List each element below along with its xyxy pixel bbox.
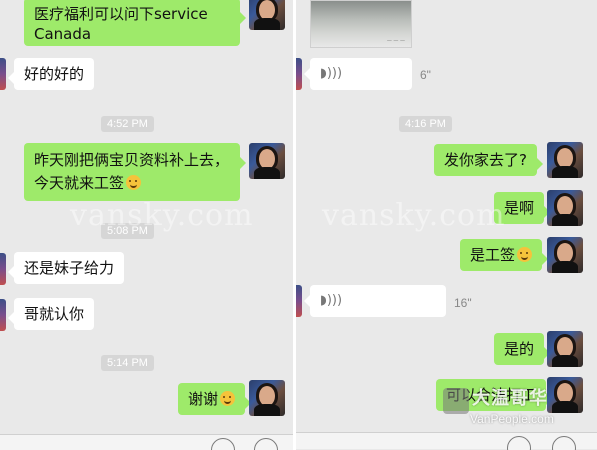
chat-message-outgoing[interactable]: 昨天刚把俩宝贝资料补上去，今天就来工签 [24, 143, 246, 201]
avatar-contact[interactable] [0, 253, 6, 285]
image-message[interactable]: — — — [310, 0, 412, 48]
vanpeople-logo-icon [443, 388, 469, 414]
message-text: 是啊 [504, 199, 535, 217]
message-text: 还是妹子给力 [24, 259, 115, 277]
timestamp: 4:16 PM [399, 116, 452, 132]
timestamp: 4:52 PM [101, 116, 154, 132]
watermark-text: vansky.com [70, 198, 254, 233]
avatar-self[interactable] [249, 380, 285, 416]
chat-message-incoming[interactable]: 哥就认你 [7, 298, 95, 330]
avatar-self[interactable] [547, 331, 583, 367]
avatar-contact[interactable] [0, 299, 6, 331]
photo-caption: — — — [386, 38, 405, 44]
avatar-contact[interactable] [0, 58, 6, 90]
chat-message-incoming[interactable]: 还是妹子给力 [7, 252, 125, 284]
chat-message-incoming[interactable]: 好的好的 [7, 58, 95, 90]
avatar-self[interactable] [249, 143, 285, 179]
chat-message-outgoing[interactable]: 发你家去了? [434, 144, 543, 176]
more-button[interactable] [552, 436, 576, 450]
message-text: 谢谢 [188, 390, 219, 408]
voice-message[interactable]: ◗))) [304, 58, 412, 90]
avatar-self[interactable] [547, 142, 583, 178]
message-text: 医疗福利可以问下service Canada [34, 5, 208, 43]
avatar-contact[interactable] [296, 285, 302, 317]
more-button[interactable] [254, 438, 278, 450]
avatar-self[interactable] [547, 377, 583, 413]
message-text: 发你家去了? [444, 151, 527, 169]
message-text: 哥就认你 [24, 305, 85, 323]
smile-emoji-icon [220, 391, 236, 406]
avatar-self[interactable] [249, 0, 285, 30]
chat-message-outgoing[interactable]: 谢谢 [178, 383, 252, 415]
chat-message-outgoing[interactable]: 是工签 [460, 239, 549, 271]
avatar-self[interactable] [547, 237, 583, 273]
message-text: 好的好的 [24, 65, 85, 83]
voice-wave-icon: ◗))) [320, 66, 343, 81]
avatar-contact[interactable] [296, 58, 302, 90]
voice-duration: 6" [420, 68, 431, 82]
watermark-text: vansky.com [322, 198, 506, 233]
smile-emoji-icon [517, 247, 533, 262]
input-toolbar [0, 434, 293, 450]
chat-message-outgoing[interactable]: 是的 [494, 333, 551, 365]
voice-message[interactable]: ◗))) [304, 285, 446, 317]
emoji-button[interactable] [507, 436, 531, 450]
voice-duration: 16" [454, 296, 472, 310]
message-text: 是工签 [470, 246, 516, 264]
watermark-logo-url: VanPeople.com [470, 412, 554, 426]
message-text: 是的 [504, 340, 535, 358]
input-toolbar [296, 432, 597, 450]
avatar-self[interactable] [547, 190, 583, 226]
watermark-logo-text: 大温哥华 [472, 388, 548, 409]
winking-emoji-icon [126, 175, 142, 190]
emoji-button[interactable] [211, 438, 235, 450]
chat-message-outgoing[interactable]: 医疗福利可以问下service Canada [24, 0, 246, 46]
voice-wave-icon: ◗))) [320, 293, 343, 308]
timestamp: 5:14 PM [101, 355, 154, 371]
